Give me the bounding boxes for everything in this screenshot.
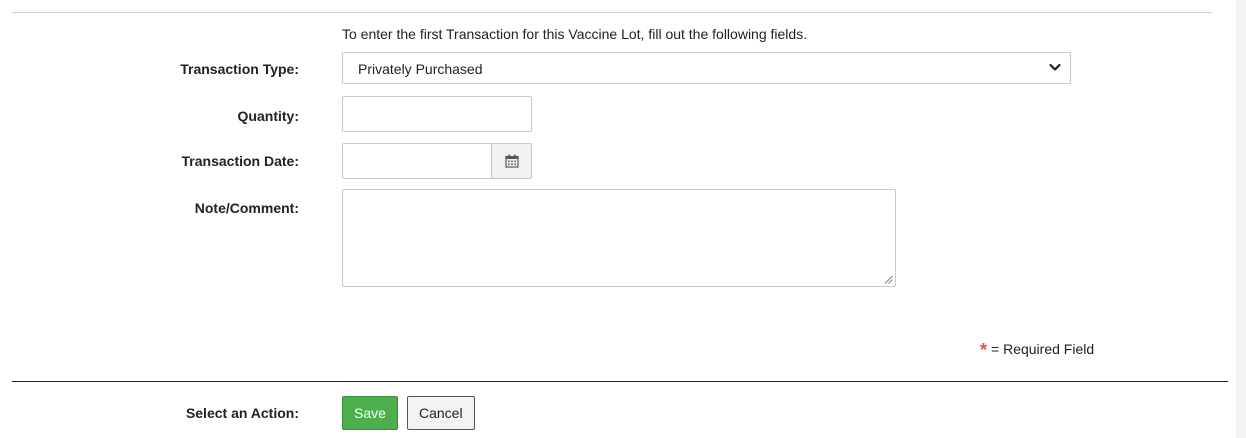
- intro-text: To enter the first Transaction for this …: [342, 26, 808, 42]
- form-panel: To enter the first Transaction for this …: [0, 0, 1236, 438]
- save-button[interactable]: Save: [342, 396, 398, 430]
- transaction-date-label: Transaction Date:: [181, 153, 299, 169]
- select-action-label: Select an Action:: [185, 405, 299, 421]
- required-field-text: = Required Field: [991, 341, 1095, 357]
- calendar-icon: [505, 154, 519, 168]
- required-field-legend: * = Required Field: [980, 338, 1095, 360]
- chevron-down-icon: [1049, 63, 1061, 71]
- note-comment-textarea[interactable]: [342, 189, 896, 287]
- required-asterisk: *: [980, 340, 988, 360]
- transaction-type-label: Transaction Type:: [180, 61, 299, 77]
- cancel-button[interactable]: Cancel: [407, 396, 475, 430]
- page: To enter the first Transaction for this …: [0, 0, 1246, 438]
- resize-grip-icon[interactable]: [884, 275, 893, 284]
- transaction-date-input[interactable]: [342, 143, 492, 179]
- note-comment-label: Note/Comment:: [194, 200, 299, 216]
- transaction-type-selected-value: Privately Purchased: [358, 61, 483, 77]
- calendar-button[interactable]: [491, 143, 532, 179]
- quantity-label: Quantity:: [237, 108, 299, 124]
- top-divider: [12, 12, 1212, 13]
- transaction-type-select[interactable]: Privately Purchased: [342, 52, 1071, 84]
- quantity-input[interactable]: [342, 96, 532, 132]
- bottom-divider: [12, 381, 1228, 382]
